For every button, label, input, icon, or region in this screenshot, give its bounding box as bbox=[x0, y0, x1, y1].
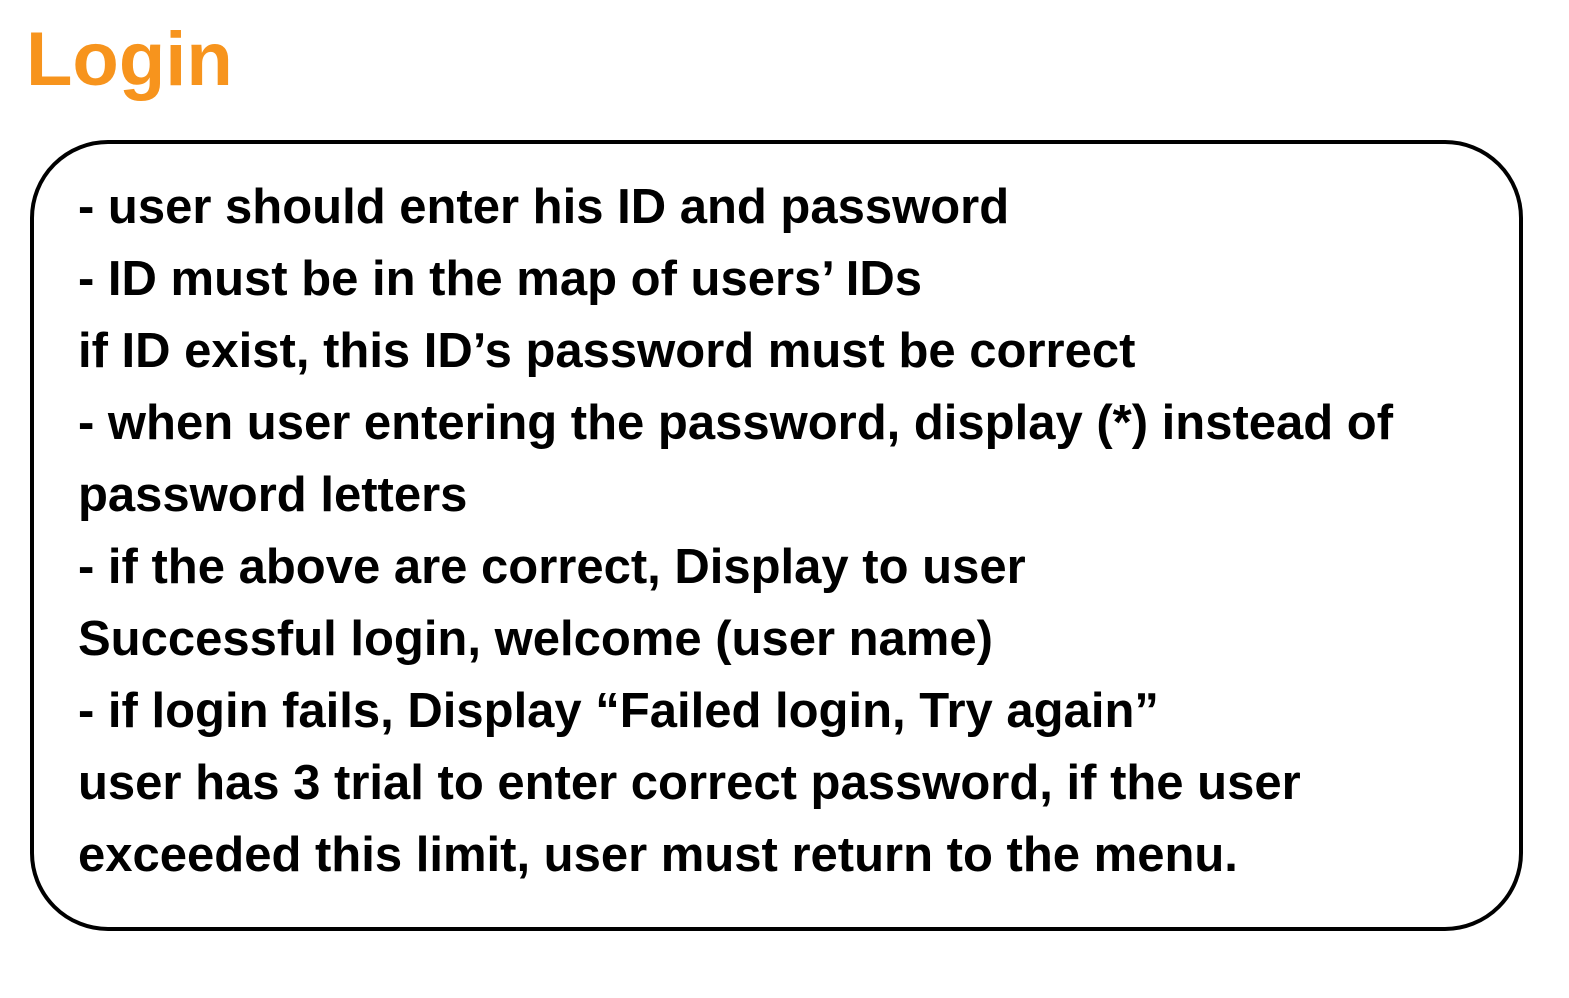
rule-line-10: exceeded this limit, user must return to… bbox=[78, 828, 1238, 882]
rule-line-7: Successful login, welcome (user name) bbox=[78, 612, 993, 666]
rule-line-5: password letters bbox=[78, 468, 468, 522]
rule-line-1: - user should enter his ID and password bbox=[78, 180, 1010, 234]
rules-list: - user should enter his ID and password … bbox=[78, 171, 1518, 891]
rule-line-6: - if the above are correct, Display to u… bbox=[78, 540, 1026, 594]
rule-line-8: - if login fails, Display “Failed login,… bbox=[78, 684, 1159, 738]
rule-line-3: if ID exist, this ID’s password must be … bbox=[78, 324, 1136, 378]
rule-line-2: - ID must be in the map of users’ IDs bbox=[78, 252, 923, 306]
rule-line-4: - when user entering the password, displ… bbox=[78, 396, 1394, 450]
page-title: Login bbox=[26, 17, 233, 102]
rule-line-9: user has 3 trial to enter correct passwo… bbox=[78, 756, 1301, 810]
